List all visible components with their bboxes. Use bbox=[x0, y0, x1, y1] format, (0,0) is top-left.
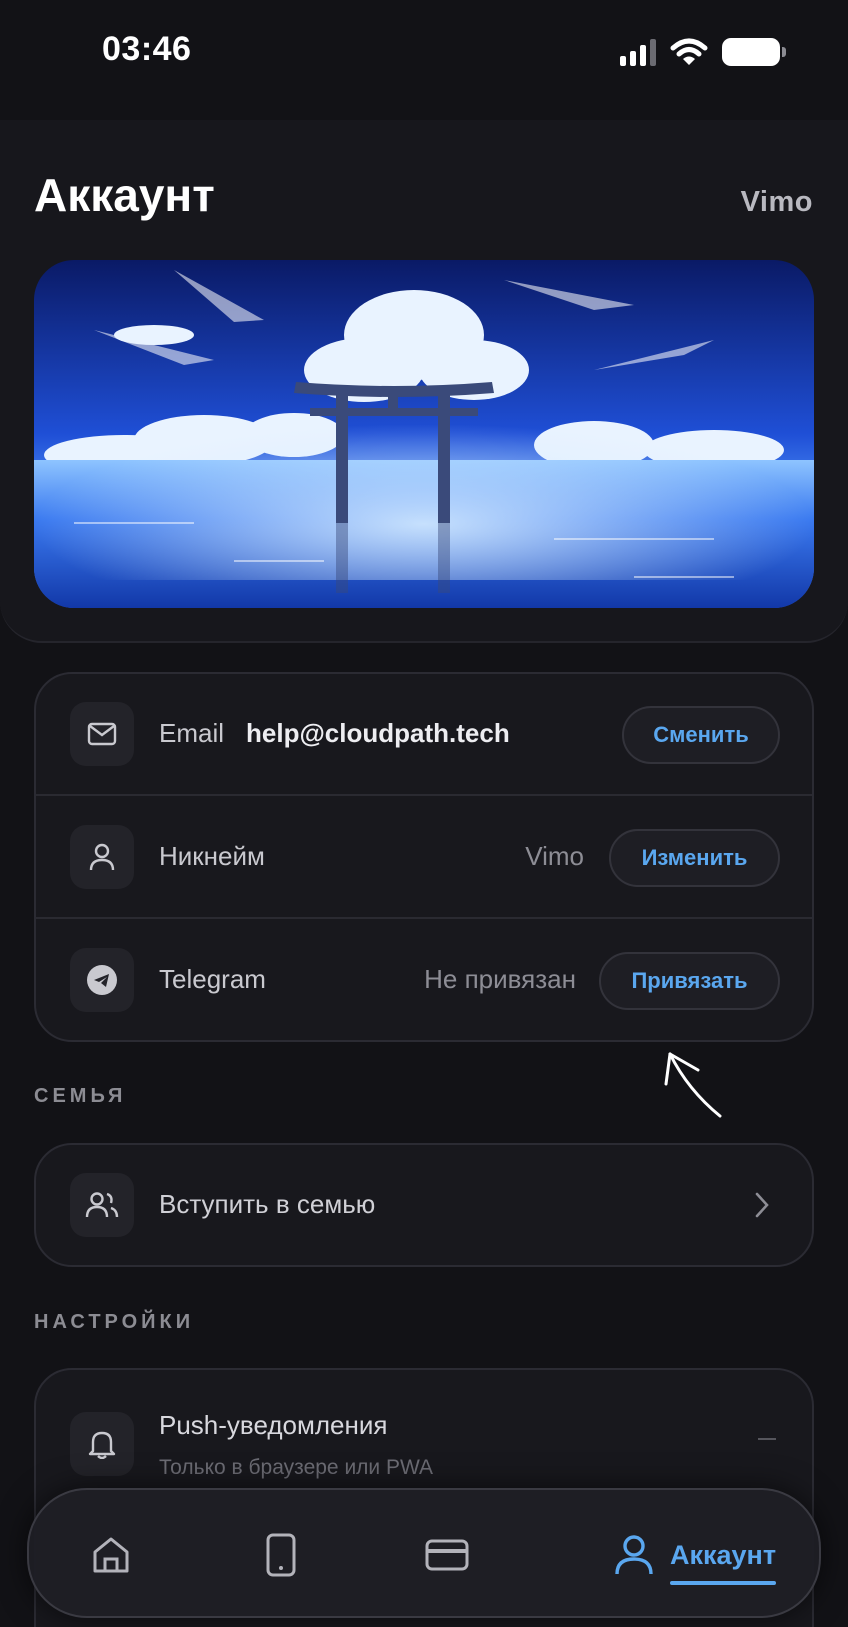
header-username: Vimo bbox=[740, 186, 813, 218]
bell-icon bbox=[70, 1412, 134, 1476]
telegram-status: Не привязан bbox=[424, 964, 576, 994]
nickname-value: Vimo bbox=[525, 841, 584, 871]
users-icon bbox=[70, 1173, 134, 1237]
status-time: 03:46 bbox=[102, 30, 192, 68]
nav-account[interactable]: Аккаунт bbox=[585, 1490, 805, 1620]
bottom-nav: Аккаунт bbox=[27, 1488, 821, 1618]
link-telegram-button[interactable]: Привязать bbox=[599, 952, 780, 1010]
join-family-label: Вступить в семью bbox=[159, 1189, 376, 1219]
status-icons bbox=[620, 36, 786, 68]
nickname-row: Никнейм Vimo Изменить bbox=[36, 797, 812, 919]
nav-account-label: Аккаунт bbox=[669, 1539, 777, 1585]
email-value: help@cloudpath.tech bbox=[246, 718, 510, 748]
nickname-label: Никнейм bbox=[159, 841, 265, 871]
nav-home[interactable] bbox=[59, 1490, 163, 1620]
arrow-annotation-icon bbox=[664, 1052, 722, 1118]
user-icon bbox=[615, 1535, 653, 1575]
active-tab-indicator bbox=[669, 1580, 777, 1585]
account-screen: 03:46 Аккаунт Vimo Email help@cloudpath.… bbox=[0, 0, 848, 1627]
page-title: Аккаунт bbox=[34, 169, 215, 221]
nav-billing[interactable] bbox=[395, 1490, 499, 1620]
account-info-card: Email help@cloudpath.tech Сменить Никней… bbox=[34, 672, 814, 1042]
signal-icon bbox=[620, 38, 656, 66]
battery-icon bbox=[722, 38, 786, 66]
home-icon bbox=[93, 1537, 129, 1573]
push-notifications-title: Push-уведомления bbox=[159, 1410, 388, 1440]
nav-account-text: Аккаунт bbox=[669, 1539, 777, 1570]
profile-banner-image bbox=[34, 260, 814, 608]
telegram-row: Telegram Не привязан Привязать bbox=[36, 920, 812, 1040]
nav-devices[interactable] bbox=[229, 1490, 333, 1620]
chevron-right-icon bbox=[755, 1192, 769, 1218]
email-label: Email bbox=[159, 718, 225, 748]
user-icon bbox=[70, 825, 134, 889]
join-family-row[interactable]: Вступить в семью bbox=[34, 1143, 814, 1267]
status-bar: 03:46 bbox=[0, 0, 848, 110]
change-nickname-button[interactable]: Изменить bbox=[609, 829, 780, 887]
mail-icon bbox=[70, 702, 134, 766]
push-toggle-placeholder[interactable] bbox=[758, 1438, 776, 1440]
wifi-icon bbox=[670, 38, 708, 65]
phone-icon bbox=[266, 1533, 296, 1577]
push-notifications-subtitle: Только в браузере или PWA bbox=[159, 1456, 434, 1479]
telegram-label: Telegram bbox=[159, 964, 266, 994]
change-email-button[interactable]: Сменить bbox=[622, 706, 780, 764]
family-section-label: СЕМЬЯ bbox=[34, 1085, 127, 1107]
card-icon bbox=[425, 1539, 469, 1571]
settings-section-label: НАСТРОЙКИ bbox=[34, 1311, 195, 1333]
email-row: Email help@cloudpath.tech Сменить bbox=[36, 674, 812, 796]
telegram-icon bbox=[70, 948, 134, 1012]
